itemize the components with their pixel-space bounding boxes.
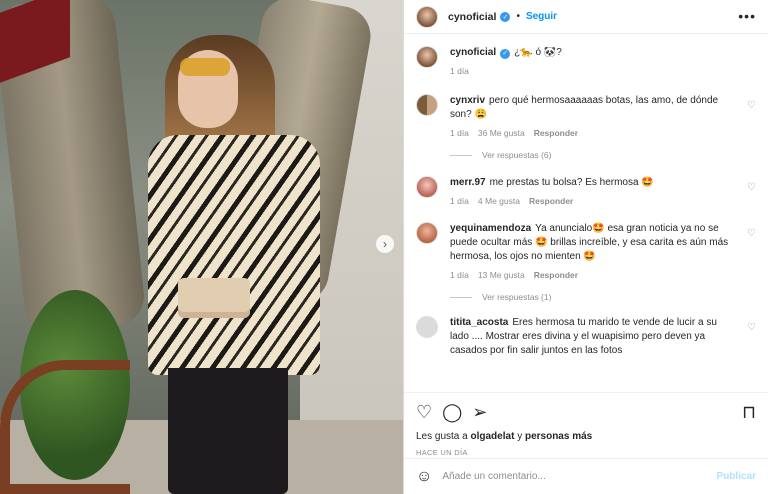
view-replies-label: Ver respuestas (1) — [482, 292, 552, 302]
post-timestamp[interactable]: HACE UN DÍA — [416, 448, 756, 457]
reply-button[interactable]: Responder — [529, 194, 573, 208]
send-icon[interactable]: ➢ — [472, 403, 487, 421]
likes-summary: Les gusta a olgadelat y personas más — [416, 431, 756, 442]
likes-joiner: y — [517, 431, 523, 442]
instagram-post-modal: › cynoficial ✓ • Seguir ••• cynoficial ✓ ¿… — [0, 0, 768, 494]
comment-item: yequinamendoza Ya anuncialo🤩 esa gran not… — [416, 222, 756, 282]
emoji-icon[interactable]: ☺ — [416, 468, 432, 486]
commenter-avatar[interactable] — [416, 222, 438, 244]
comments-list[interactable]: cynoficial ✓ ¿🐆 ó 🐼? 1 día cynxriv pero qué… — [404, 34, 768, 392]
comment-likes[interactable]: 36 Me gusta — [478, 126, 525, 140]
comment-username[interactable]: titita_acosta — [450, 317, 508, 328]
sunglasses — [180, 58, 230, 76]
post-photo[interactable]: › — [0, 0, 403, 494]
author-avatar[interactable] — [416, 46, 438, 68]
author-username[interactable]: cynoficial — [448, 11, 496, 23]
replies-line — [450, 296, 472, 298]
chair — [0, 360, 130, 494]
post-header: cynoficial ✓ • Seguir ••• — [404, 0, 768, 34]
view-replies-label: Ver respuestas (6) — [482, 150, 552, 160]
comment-username[interactable]: yequinamendoza — [450, 223, 531, 234]
comment-like-heart-icon[interactable]: ♡ — [747, 182, 756, 193]
comment-item: titita_acosta Eres hermosa tu marido te v… — [416, 316, 756, 358]
comment-username[interactable]: cynxriv — [450, 95, 485, 106]
comment-text: pero qué hermosaaaaaas botas, las amo, d… — [450, 95, 719, 120]
likes-prefix: Les gusta a — [416, 431, 468, 442]
comment-likes[interactable]: 4 Me gusta — [478, 194, 520, 208]
separator-dot: • — [516, 11, 520, 22]
reply-button[interactable]: Responder — [534, 268, 578, 282]
view-replies-button[interactable]: Ver respuestas (6) — [450, 150, 756, 160]
comment-icon[interactable]: ◯ — [442, 403, 462, 421]
author-avatar[interactable] — [416, 5, 438, 28]
chevron-right-icon: › — [383, 237, 387, 251]
comment-time[interactable]: 1 día — [450, 194, 469, 208]
comment-time[interactable]: 1 día — [450, 268, 469, 282]
reply-button[interactable]: Responder — [534, 126, 578, 140]
comment-item: cynxriv pero qué hermosaaaaaas botas, las… — [416, 94, 756, 140]
likes-user-link[interactable]: olgadelat — [471, 431, 515, 442]
caption: cynoficial ✓ ¿🐆 ó 🐼? 1 día — [416, 46, 756, 78]
replies-line — [450, 154, 472, 156]
handbag — [178, 278, 250, 318]
comment-likes[interactable]: 13 Me gusta — [478, 268, 525, 282]
comment-time[interactable]: 1 día — [450, 126, 469, 140]
caption-time[interactable]: 1 día — [450, 64, 469, 78]
follow-button[interactable]: Seguir — [526, 11, 557, 22]
more-options-icon[interactable]: ••• — [738, 8, 756, 24]
caption-username[interactable]: cynoficial — [450, 47, 496, 58]
view-replies-button[interactable]: Ver respuestas (1) — [450, 292, 756, 302]
commenter-avatar[interactable] — [416, 316, 438, 338]
post-sidebar: cynoficial ✓ • Seguir ••• cynoficial ✓ ¿🐆 … — [403, 0, 768, 494]
zebra-jacket — [148, 135, 320, 375]
verified-badge-icon: ✓ — [500, 49, 511, 59]
comment-like-heart-icon[interactable]: ♡ — [747, 322, 756, 333]
caption-text: ¿🐆 ó 🐼? — [514, 47, 562, 58]
black-pants — [168, 368, 288, 494]
comment-like-heart-icon[interactable]: ♡ — [747, 228, 756, 239]
comment-username[interactable]: merr.97 — [450, 177, 486, 188]
comment-text: me prestas tu bolsa? Es hermosa 🤩 — [489, 177, 654, 188]
comment-input[interactable] — [442, 471, 717, 482]
commenter-avatar[interactable] — [416, 176, 438, 198]
heart-icon[interactable]: ♡ — [416, 403, 432, 421]
comment-composer: ☺ Publicar — [404, 458, 768, 494]
next-photo-button[interactable]: › — [376, 235, 394, 253]
post-actions: ♡ ◯ ➢ ⊓ Les gusta a olgadelat y personas… — [404, 392, 768, 458]
comment-like-heart-icon[interactable]: ♡ — [747, 100, 756, 111]
comment-item: merr.97 me prestas tu bolsa? Es hermosa 🤩… — [416, 176, 756, 208]
commenter-avatar[interactable] — [416, 94, 438, 116]
verified-badge-icon: ✓ — [500, 11, 511, 22]
bookmark-icon[interactable]: ⊓ — [742, 403, 756, 421]
likes-others-link[interactable]: personas más — [525, 431, 592, 442]
publish-button[interactable]: Publicar — [717, 471, 756, 482]
